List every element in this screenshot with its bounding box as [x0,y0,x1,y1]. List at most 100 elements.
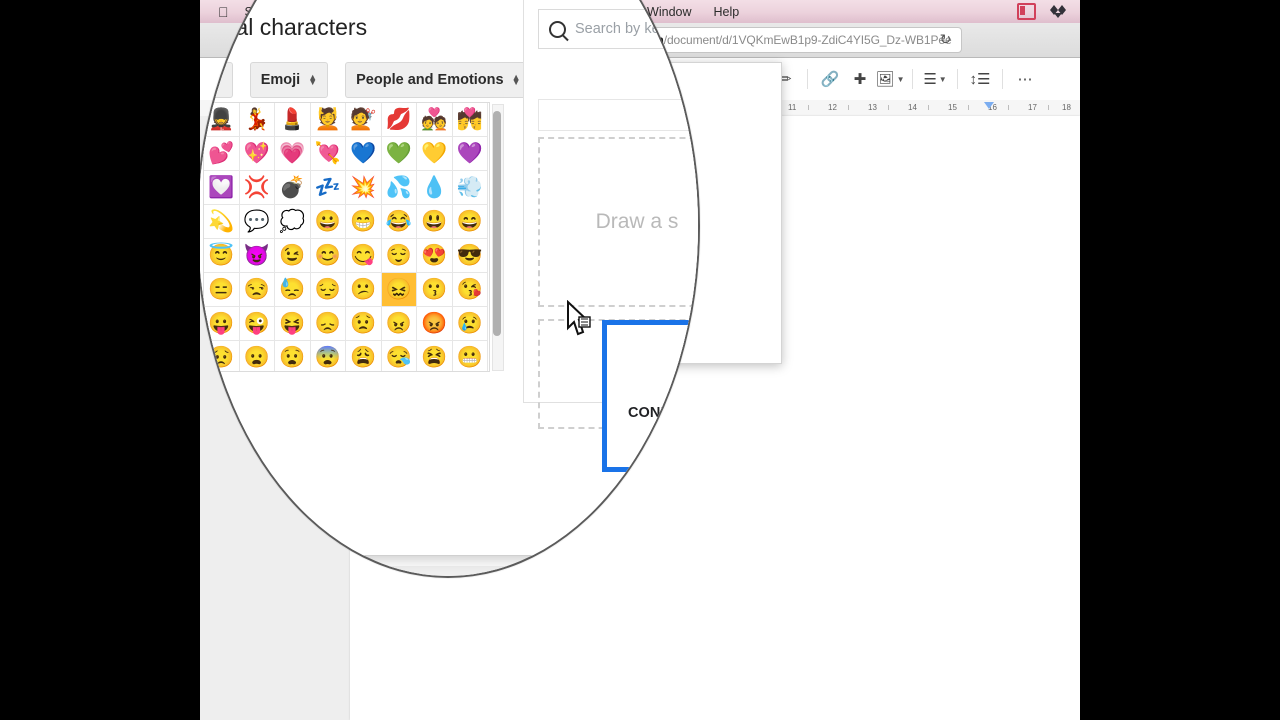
emoji-cell[interactable]: 😞 [310,307,346,341]
emoji-cell[interactable]: 😟 [346,307,382,341]
toolbar-divider [912,69,913,89]
emoji-cell[interactable]: 💬 [239,205,275,239]
emoji-cell[interactable]: 💣 [275,171,311,205]
emoji-grid[interactable]: 💂 💃 💄 💆 💇 💋 💑 💏 💕 💖 💗 💘 💙 💚 💛 💜 💟 💢 💣 💤 💥 💦 💧 💨 💫 💬 💭 😀 😁 😂 😃 😄 😇 😈 😉 😊 😋 😌 😍 😎… [203,102,490,372]
emoji-cell[interactable]: 😧 [275,341,311,371]
emoji-cell[interactable]: 😒 [239,273,275,307]
emoji-cell[interactable]: 😎 [452,239,488,273]
emoji-cell[interactable]: 😀 [310,205,346,239]
url-path: /document/d/1VQKmEwB1p9-ZdiC4YI5G_Dz-WB1… [663,33,952,47]
emoji-cell[interactable]: 😑 [204,273,240,307]
search-placeholder: Search by keyw [575,21,678,37]
emoji-cell[interactable]: 😩 [346,341,382,371]
emoji-cell[interactable]: 💂 [204,103,240,137]
emoji-cell[interactable]: 😬 [453,341,488,371]
subcategory-select-label: People and Emotions [356,72,504,88]
emoji-cell[interactable]: 😂 [381,205,417,239]
align-button[interactable]: ☰ ▼ [920,64,950,94]
emoji-cell[interactable]: 💆 [310,103,346,137]
emoji-cell[interactable]: 💚 [381,137,417,171]
emoji-cell[interactable]: 💗 [275,137,311,171]
emoji-cell[interactable]: 💛 [417,137,453,171]
emoji-cell[interactable]: 💙 [346,137,382,171]
search-input[interactable]: Search by keyw [538,9,698,49]
emoji-cell[interactable]: 💇 [346,103,382,137]
emoji-cell[interactable]: 😄 [452,205,488,239]
emoji-cell[interactable]: 💤 [310,171,346,205]
emoji-cell[interactable]: 💫 [204,205,240,239]
emoji-cell[interactable]: 😈 [239,239,275,273]
emoji-cell[interactable]: 😡 [417,307,453,341]
draw-symbol-area[interactable]: Draw a s [538,137,698,307]
emoji-cell[interactable]: 😪 [382,341,417,371]
menu-item-help[interactable]: Help [714,5,740,19]
emoji-cell[interactable]: 😔 [310,273,346,307]
insert-image-button[interactable]: 🖼 ▼ [875,64,905,94]
screen-record-icon[interactable] [1017,3,1036,20]
letterbox-left [0,0,200,720]
type-select[interactable]: Emoji ▲ ▼ [249,62,329,98]
emoji-cell[interactable]: 💘 [310,137,346,171]
emoji-cell[interactable]: 😫 [417,341,453,371]
ruler-tick-17: 17 [1028,103,1037,112]
emoji-cell[interactable]: 😜 [239,307,275,341]
emoji-cell[interactable]: 💥 [346,171,382,205]
add-comment-button[interactable]: ✚ [845,64,875,94]
reload-icon[interactable]: ↻ [938,32,953,47]
emoji-cell[interactable]: 💕 [204,137,240,171]
emoji-cell[interactable]: 💄 [275,103,311,137]
indent-marker[interactable] [984,102,994,109]
emoji-cell[interactable]: 💖 [239,137,275,171]
subcategory-select[interactable]: People and Emotions ▲ ▼ [345,62,532,98]
toolbar-divider [1002,69,1003,89]
emoji-cell[interactable]: 💏 [452,103,488,137]
emoji-cell[interactable]: 😥 [204,341,240,371]
dialog-selectors: ries ▲▼ Emoji ▲▼ People and Emotions ▲▼ [198,62,532,98]
emoji-cell[interactable]: 😍 [417,239,453,273]
toolbar-divider [807,69,808,89]
emoji-grid-cells: 💂 💃 💄 💆 💇 💋 💑 💏 💕 💖 💗 💘 💙 💚 💛 💜 💟 💢 💣 💤 💥 💦 💧 💨 💫 💬 💭 😀 😁 😂 😃 😄 😇 😈 😉 😊 😋 😌 😍 😎… [204,103,489,371]
magnified-content: ecial characters ries ▲▼ Emoji ▲▼ People… [198,0,700,576]
emoji-cell[interactable]: 😊 [310,239,346,273]
more-options-button[interactable]: ⋯ [1010,64,1040,94]
emoji-cell[interactable]: 😝 [275,307,311,341]
mouse-pointer-cursor [567,300,591,336]
emoji-cell[interactable]: 😕 [346,273,382,307]
dropbox-icon[interactable] [1050,4,1066,19]
emoji-cell[interactable]: 😗 [417,273,453,307]
emoji-cell[interactable]: 😁 [346,205,382,239]
emoji-cell[interactable]: 💑 [417,103,453,137]
emoji-cell[interactable]: 😨 [311,341,346,371]
dialog-title: ecial characters [206,14,368,40]
emoji-cell[interactable]: 💨 [452,171,488,205]
emoji-cell[interactable]: 💃 [239,103,275,137]
insert-link-button[interactable]: 🔗 [815,64,845,94]
emoji-grid-scrollbar-thumb[interactable] [493,111,501,336]
emoji-cell[interactable]: 💟 [204,171,240,205]
emoji-cell[interactable]: 💋 [381,103,417,137]
emoji-cell[interactable]: 😛 [204,307,240,341]
emoji-cell[interactable]: 😓 [275,273,311,307]
emoji-cell[interactable]: 😢 [452,307,488,341]
ruler-tick-11: 11 [788,103,797,112]
emoji-cell[interactable]: 😌 [381,239,417,273]
tooltip-name: CONFOUNDED FACE [627,404,700,421]
emoji-cell[interactable]: 😠 [381,307,417,341]
emoji-cell[interactable]: 😘 [452,273,488,307]
emoji-cell[interactable]: 💭 [275,205,311,239]
emoji-cell[interactable]: 😇 [204,239,240,273]
emoji-cell[interactable]: 💢 [239,171,275,205]
emoji-cell[interactable]: 💜 [452,137,488,171]
emoji-cell[interactable]: 💦 [381,171,417,205]
chevron-updown-icon: ▲ ▼ [511,72,521,87]
emoji-cell[interactable]: 😋 [346,239,382,273]
ruler-tick-14: 14 [908,103,917,112]
emoji-cell[interactable]: 😃 [417,205,453,239]
emoji-cell[interactable]: 😖 [381,273,417,307]
emoji-cell[interactable]: 💧 [417,171,453,205]
category-select[interactable]: ries ▲▼ [198,62,233,98]
line-spacing-button[interactable]: ↕☰ [965,64,995,94]
emoji-cell[interactable]: 😉 [275,239,311,273]
emoji-cell[interactable]: 😦 [240,341,275,371]
letterbox-right [1080,0,1280,720]
